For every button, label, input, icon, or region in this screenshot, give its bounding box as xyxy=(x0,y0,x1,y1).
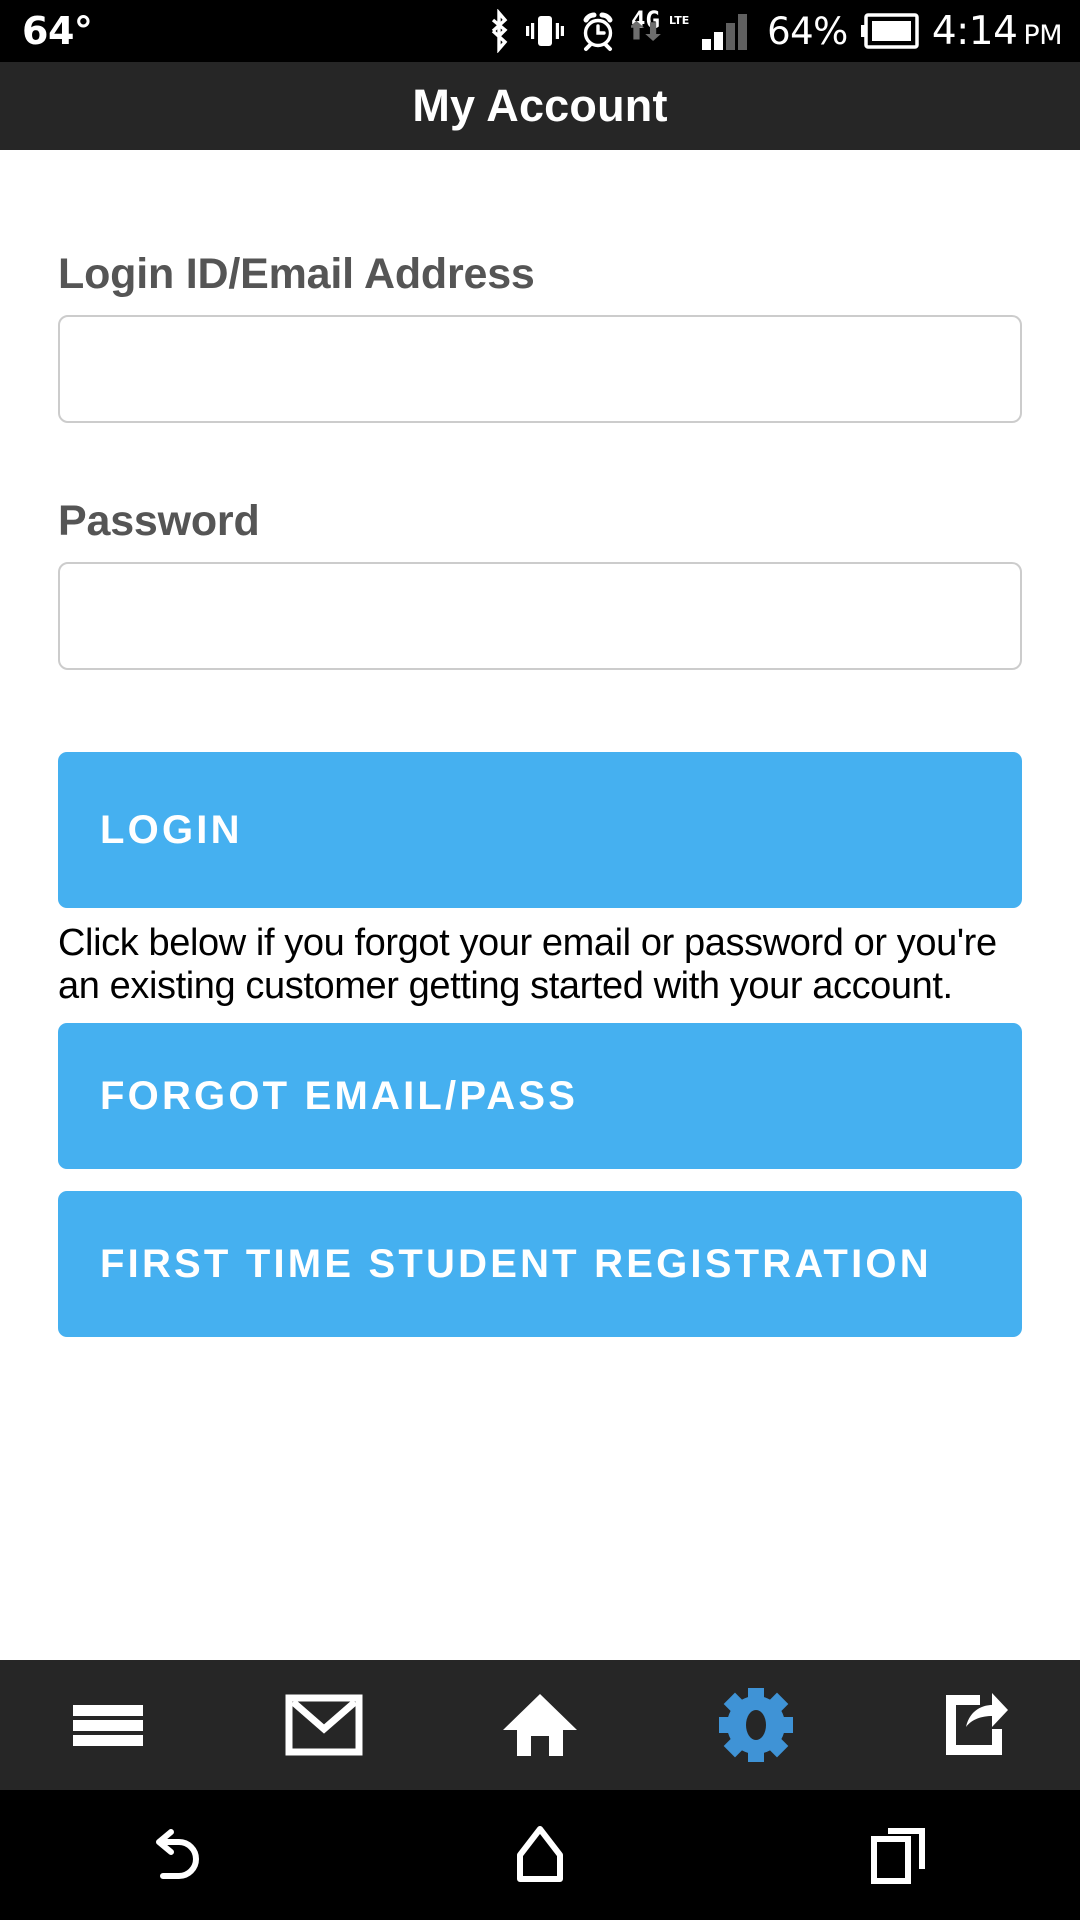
4g-lte-icon: 4G LTE xyxy=(631,6,689,56)
battery-icon xyxy=(860,13,919,49)
share-icon xyxy=(936,1689,1008,1761)
status-bar: 64° 4G LTE 64% 4:14 PM xyxy=(0,0,1080,62)
system-back-button[interactable] xyxy=(0,1790,360,1920)
password-input[interactable] xyxy=(58,562,1022,670)
battery-percent-label: 64% xyxy=(767,9,848,53)
home-icon xyxy=(501,1692,579,1758)
menu-icon xyxy=(69,1696,147,1754)
password-field-group: Password xyxy=(58,497,1022,670)
temperature-indicator: 64° xyxy=(22,9,93,53)
bluetooth-icon xyxy=(486,9,512,53)
status-icons-group: 4G LTE 64% 4:14 PM xyxy=(486,6,1062,56)
system-navigation-bar xyxy=(0,1790,1080,1920)
password-field-label: Password xyxy=(58,497,260,545)
svg-text:LTE: LTE xyxy=(669,14,689,27)
login-button[interactable]: LOGIN xyxy=(58,752,1022,908)
nav-item-mail[interactable] xyxy=(216,1660,432,1790)
forgot-helper-text: Click below if you forgot your email or … xyxy=(58,922,997,1007)
login-field-label: Login ID/Email Address xyxy=(58,250,535,298)
nav-item-home[interactable] xyxy=(432,1660,648,1790)
phone-screen: 64° 4G LTE 64% 4:14 PM My Account Login … xyxy=(0,0,1080,1920)
nav-item-menu[interactable] xyxy=(0,1660,216,1790)
login-input[interactable] xyxy=(58,315,1022,423)
vibrate-icon xyxy=(525,9,565,53)
system-home-button[interactable] xyxy=(360,1790,720,1920)
login-field-group: Login ID/Email Address xyxy=(58,250,1022,423)
nav-item-settings[interactable] xyxy=(648,1660,864,1790)
clock-period: PM xyxy=(1023,19,1062,51)
main-content: Login ID/Email Address Password LOGIN Cl… xyxy=(0,150,1080,1660)
recents-icon xyxy=(870,1825,930,1885)
app-bottom-nav xyxy=(0,1660,1080,1790)
signal-bars-icon xyxy=(702,9,754,53)
page-title: My Account xyxy=(412,80,668,131)
forgot-email-pass-button[interactable]: FORGOT EMAIL/PASS xyxy=(58,1023,1022,1170)
first-time-student-registration-button[interactable]: FIRST TIME STUDENT REGISTRATION xyxy=(58,1191,1022,1338)
back-icon xyxy=(149,1826,211,1884)
system-recents-button[interactable] xyxy=(720,1790,1080,1920)
mail-icon xyxy=(285,1694,363,1756)
alarm-icon xyxy=(578,9,618,53)
clock: 4:14 PM xyxy=(931,8,1063,54)
nav-item-share[interactable] xyxy=(864,1660,1080,1790)
home-icon xyxy=(514,1825,566,1885)
app-title-bar: My Account xyxy=(0,62,1080,150)
gear-icon xyxy=(719,1688,793,1762)
clock-time: 4:14 xyxy=(931,8,1018,54)
